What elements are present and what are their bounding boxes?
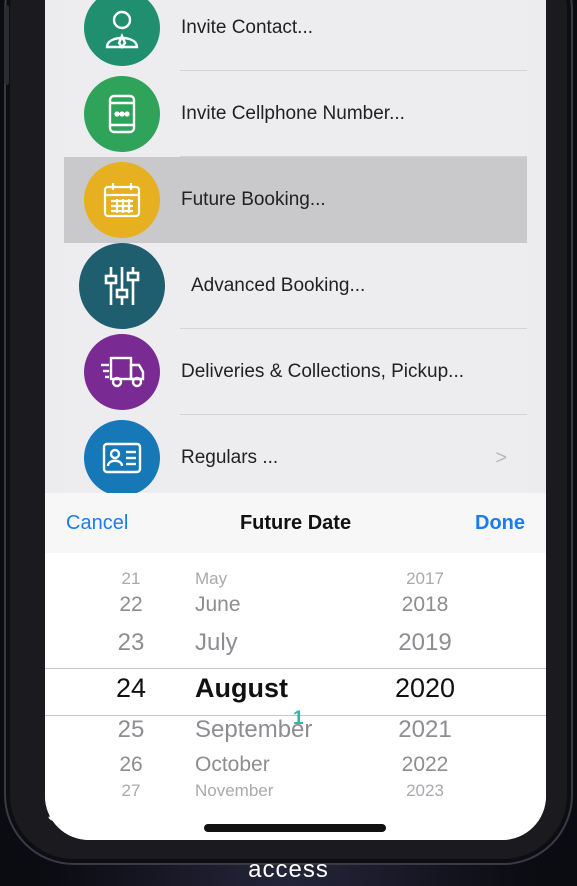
- date-picker[interactable]: 21 22 23 24 25 26 27 May June July Augus…: [45, 553, 546, 840]
- contact-person-icon: [84, 0, 160, 66]
- step-marker: 1: [293, 708, 304, 729]
- year-wheel[interactable]: 2017 2018 2019 2020 2021 2022 2023: [375, 553, 475, 840]
- day-option[interactable]: 27: [95, 781, 167, 801]
- day-wheel[interactable]: 21 22 23 24 25 26 27: [95, 553, 167, 840]
- day-option[interactable]: 26: [95, 753, 167, 777]
- month-option[interactable]: June: [195, 593, 395, 617]
- menu-item-label: Advanced Booking...: [191, 275, 366, 296]
- sheet-header: Cancel Future Date Done: [45, 493, 546, 553]
- year-option[interactable]: 2018: [375, 593, 475, 617]
- year-option[interactable]: 2021: [375, 716, 475, 744]
- done-button[interactable]: Done: [475, 493, 525, 553]
- menu-item-invite-contact[interactable]: Invite Contact...: [64, 0, 527, 71]
- menu-item-label: Deliveries & Collections, Pickup...: [181, 361, 464, 382]
- month-option[interactable]: May: [195, 569, 395, 589]
- day-option[interactable]: 25: [95, 716, 167, 744]
- sheet-title: Future Date: [239, 512, 352, 534]
- day-option[interactable]: 22: [95, 593, 167, 617]
- menu-item-label: Invite Contact...: [181, 17, 314, 38]
- menu-item-label: Regulars ...: [181, 447, 279, 468]
- calendar-icon: [84, 162, 160, 238]
- menu-item-regulars[interactable]: Regulars ... >: [64, 415, 527, 501]
- chevron-right-icon: >: [495, 447, 507, 469]
- menu-item-advanced-booking[interactable]: Advanced Booking...: [64, 243, 527, 329]
- id-card-icon: [84, 420, 160, 496]
- year-selected[interactable]: 2020: [375, 673, 475, 704]
- menu-item-invite-cellphone[interactable]: Invite Cellphone Number...: [64, 71, 527, 157]
- month-option[interactable]: July: [195, 629, 395, 657]
- month-option[interactable]: October: [195, 753, 395, 777]
- year-option[interactable]: 2019: [375, 629, 475, 657]
- month-wheel[interactable]: May June July August September October N…: [195, 553, 395, 840]
- menu-item-deliveries[interactable]: Deliveries & Collections, Pickup...: [64, 329, 527, 415]
- caption-line-2: access: [248, 856, 329, 883]
- day-selected[interactable]: 24: [95, 673, 167, 704]
- date-picker-sheet: Cancel Future Date Done 21 22 23 24 25 2…: [45, 493, 546, 840]
- day-option[interactable]: 21: [95, 569, 167, 589]
- year-option[interactable]: 2017: [375, 569, 475, 589]
- sliders-icon: [79, 243, 165, 329]
- day-option[interactable]: 23: [95, 629, 167, 657]
- year-option[interactable]: 2022: [375, 753, 475, 777]
- month-option[interactable]: November: [195, 781, 395, 801]
- booking-menu: Invite Contact... Invite Cellphone Numbe…: [64, 0, 527, 500]
- phone-icon: [84, 76, 160, 152]
- menu-item-label: Future Booking...: [181, 189, 326, 210]
- menu-item-label: Invite Cellphone Number...: [181, 103, 405, 124]
- menu-item-future-booking[interactable]: Future Booking...: [64, 157, 527, 243]
- home-indicator: [204, 824, 386, 832]
- month-selected[interactable]: August: [195, 673, 395, 704]
- year-option[interactable]: 2023: [375, 781, 475, 801]
- side-button: [4, 5, 9, 85]
- truck-icon: [84, 334, 160, 410]
